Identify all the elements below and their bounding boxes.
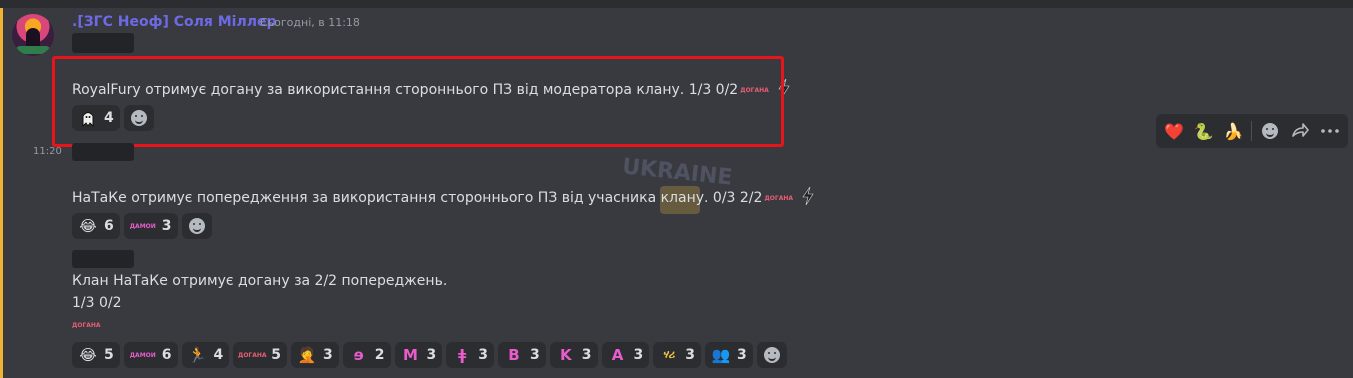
reaction-count: 3 (530, 347, 540, 363)
dogana-icon: ДОГАНА (237, 351, 267, 359)
reaction-colored-glyph[interactable]: ሃሪ 3 (653, 342, 701, 368)
damoi-icon: ДАМОИ (129, 351, 156, 359)
redacted-block (72, 143, 134, 161)
add-reaction-button[interactable] (756, 342, 787, 368)
author-name[interactable]: .[ЗГС Неоф] Соля Міллер (72, 14, 277, 30)
reaction-count: 5 (104, 347, 114, 363)
pink-glyph-icon: ǂ (458, 346, 467, 364)
people-icon: 👥 (711, 346, 731, 364)
snake-icon[interactable]: 🐍 (1192, 119, 1216, 143)
reaction-letter-b[interactable]: B3 (498, 342, 546, 368)
letter-m-icon: M (403, 346, 418, 364)
message-timestamp: Сьогодні, в 11:18 (260, 16, 360, 29)
message-text-2: НаТаКе отримує попередження за використа… (72, 186, 815, 209)
reaction-count: 4 (213, 347, 224, 363)
more-options-icon[interactable] (1318, 119, 1342, 143)
reactions-2: 😂 6 ДАМОИ 3 (72, 213, 212, 239)
message-text-3: Клан НаТаКе отримує догану за 2/2 попере… (72, 273, 448, 289)
reaction-count: 3 (581, 347, 592, 363)
banana-icon[interactable]: 🍌 (1222, 119, 1246, 143)
side-timestamp: 11:20 (33, 146, 62, 157)
reaction-count: 3 (426, 347, 437, 363)
reaction-count: 6 (161, 347, 172, 363)
reaction-count: 3 (323, 347, 333, 363)
reaction-facepalm[interactable]: 🤦 3 (291, 342, 339, 368)
lightning-icon (801, 186, 815, 209)
damoi-icon: ДАМОИ (129, 222, 156, 230)
message-text-3b: 1/3 0/2 (72, 295, 122, 311)
reactions-3: 😂 5 ДАМОИ 6 🏃 4 ДОГАНА 5 🤦 3 ɘ2 M3 ǂ3 B3 K3 A… (72, 342, 787, 368)
reaction-damoi[interactable]: ДАМОИ 3 (123, 213, 178, 239)
reaction-runner[interactable]: 🏃 4 (181, 342, 230, 368)
reaction-count: 3 (478, 347, 488, 363)
highlight-box (52, 56, 784, 147)
pink-swirl-icon: ɘ (353, 346, 364, 364)
dogana-emoji: ДОГАНА (764, 194, 794, 202)
colored-glyph-icon: ሃሪ (663, 348, 676, 361)
reaction-count: 2 (374, 347, 385, 363)
reaction-damoi[interactable]: ДАМОИ 6 (123, 342, 178, 368)
dogana-emoji: ДОГАНА (72, 321, 101, 329)
reaction-pink-glyph[interactable]: ǂ3 (446, 342, 494, 368)
runner-icon: 🏃 (188, 346, 207, 364)
mention-highlight-bar (0, 8, 3, 378)
reaction-laugh[interactable]: 😂 5 (72, 342, 120, 368)
smile-icon (763, 347, 780, 363)
reaction-dogana[interactable]: ДОГАНА 5 (233, 342, 287, 368)
redacted-block (72, 250, 134, 268)
reaction-count: 5 (271, 347, 281, 363)
add-reaction-icon[interactable] (1258, 119, 1282, 143)
top-bar (0, 0, 1353, 8)
laugh-icon: 😂 (79, 346, 97, 364)
laugh-icon: 😂 (79, 217, 97, 235)
facepalm-icon: 🤦 (297, 346, 317, 364)
avatar[interactable] (12, 14, 54, 56)
toolbar-divider (1251, 121, 1253, 141)
letter-k-icon: K (559, 346, 572, 364)
reaction-count: 3 (633, 347, 644, 363)
smile-icon (188, 218, 205, 234)
reaction-people[interactable]: 👥 3 (705, 342, 753, 368)
reaction-letter-k[interactable]: K3 (549, 342, 598, 368)
reaction-count: 3 (737, 347, 747, 363)
add-reaction-button[interactable] (181, 213, 212, 239)
redacted-block (72, 33, 134, 53)
reaction-laugh[interactable]: 😂 6 (72, 213, 120, 239)
letter-b-icon: B (508, 346, 520, 364)
reply-arrow-icon[interactable] (1288, 119, 1312, 143)
reaction-count: 3 (161, 218, 172, 234)
message-hover-toolbar: ❤️ 🐍 🍌 (1156, 114, 1348, 148)
reaction-pink-swirl[interactable]: ɘ2 (342, 342, 391, 368)
reaction-count: 6 (104, 218, 114, 234)
reaction-count: 3 (685, 347, 695, 363)
letter-a-icon: A (611, 346, 624, 364)
reaction-letter-m[interactable]: M3 (394, 342, 443, 368)
reaction-letter-a[interactable]: A3 (601, 342, 650, 368)
heart-icon[interactable]: ❤️ (1162, 119, 1186, 143)
dogana-emoji-line: ДОГАНА (72, 317, 101, 333)
